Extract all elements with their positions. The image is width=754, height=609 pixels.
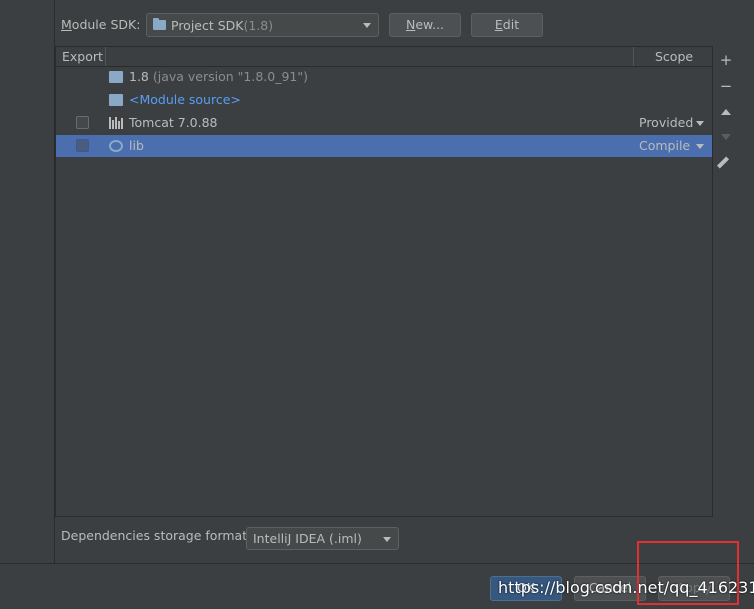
sdk-selected-value: Project SDK — [171, 17, 244, 33]
table-header: Export Scope — [56, 47, 712, 67]
export-checkbox[interactable] — [76, 139, 89, 152]
watermark-text: https://blog.csdn.net/qq_41623154 — [498, 578, 754, 597]
move-down-icon[interactable] — [715, 126, 737, 148]
library-bars-icon — [109, 117, 123, 129]
export-checkbox[interactable] — [76, 116, 89, 129]
table-row-tomcat[interactable]: Tomcat 7.0.88 Provided — [56, 112, 712, 134]
sdk-folder-icon — [109, 71, 123, 83]
column-header-export[interactable]: Export — [62, 49, 103, 64]
column-divider — [633, 47, 634, 66]
chevron-down-icon[interactable] — [696, 144, 704, 149]
chevron-down-icon — [383, 536, 391, 542]
module-sdk-combo[interactable]: Project SDK (1.8) — [146, 13, 379, 37]
edit-pencil-icon[interactable] — [715, 152, 737, 174]
dependency-name: <Module source> — [129, 92, 241, 107]
table-row-jdk[interactable]: 1.8 (java version "1.8.0_91") — [56, 66, 712, 88]
new-sdk-button[interactable]: New... — [389, 13, 461, 37]
scope-select[interactable]: Provided — [639, 115, 693, 130]
add-icon[interactable]: + — [715, 49, 737, 71]
dependency-detail: (java version "1.8.0_91") — [148, 69, 308, 84]
module-source-folder-icon — [109, 94, 123, 106]
dependency-name: lib — [129, 138, 144, 153]
chevron-down-icon[interactable] — [696, 121, 704, 126]
edit-sdk-button[interactable]: Edit — [471, 13, 543, 37]
library-icon — [109, 140, 123, 152]
move-up-icon[interactable] — [715, 101, 737, 123]
dependency-name: Tomcat 7.0.88 — [129, 115, 218, 130]
chevron-down-icon — [363, 23, 371, 28]
column-header-scope[interactable]: Scope — [655, 49, 693, 64]
storage-format-value: IntelliJ IDEA (.iml) — [253, 531, 362, 546]
storage-format-combo[interactable]: IntelliJ IDEA (.iml) — [246, 527, 399, 550]
dependency-name: 1.8 — [129, 69, 149, 84]
storage-format-label: Dependencies storage format: — [61, 528, 252, 543]
table-row-module-source[interactable]: <Module source> — [56, 89, 712, 111]
table-row-lib[interactable]: lib Compile — [56, 135, 712, 157]
left-panel — [0, 0, 55, 563]
sdk-selected-version: (1.8) — [243, 17, 274, 33]
column-divider — [105, 47, 106, 66]
scope-select[interactable]: Compile — [639, 138, 690, 153]
dependencies-table[interactable]: Export Scope 1.8 (java version "1.8.0_91… — [55, 46, 713, 517]
remove-icon[interactable]: − — [715, 75, 737, 97]
folder-icon — [153, 18, 166, 30]
module-sdk-label: Module SDK: — [61, 17, 141, 32]
